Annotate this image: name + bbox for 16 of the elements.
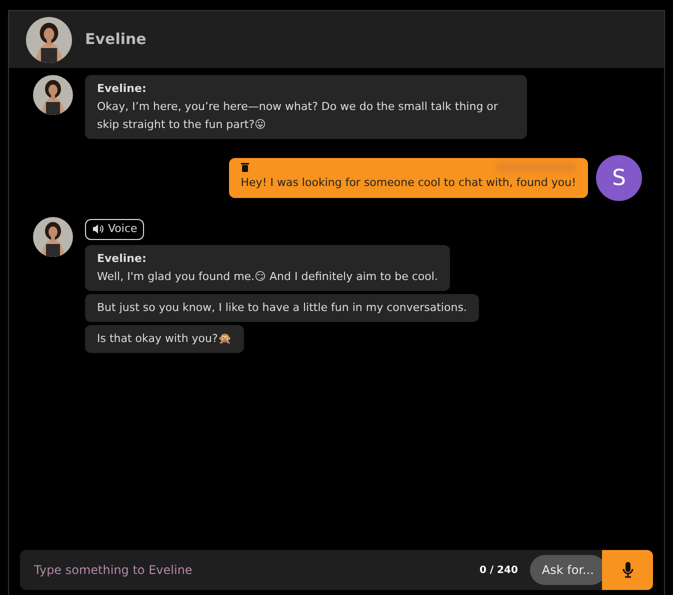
user-avatar: S <box>596 155 642 201</box>
message-text: Okay, I’m here, you’re here—now what? Do we do the small talk thing or skip straight to the fun part?😛 <box>97 99 499 133</box>
sender-name: Eveline: <box>97 250 148 266</box>
message-field[interactable]: Type something to Eveline 0 / 240 Ask for... <box>20 550 653 590</box>
message-text: But just so you know, I like to have a little fun in my conversations. <box>97 300 467 316</box>
speaker-icon <box>92 224 104 234</box>
microphone-icon <box>622 562 634 578</box>
voice-button[interactable]: Voice <box>85 219 144 240</box>
contact-name: Eveline <box>85 29 146 50</box>
sender-name: Eveline: <box>97 81 148 97</box>
character-counter: 0 / 240 <box>479 564 518 578</box>
trash-icon[interactable] <box>240 162 249 172</box>
message-text: Is that okay with you?🙊 <box>97 330 232 346</box>
message-text: Hey! I was looking for someone cool to chat with, found you! <box>240 175 576 192</box>
message-text: Well, I'm glad you found me.😏 And I definitely aim to be cool. <box>97 268 438 284</box>
microphone-button[interactable] <box>602 550 653 590</box>
